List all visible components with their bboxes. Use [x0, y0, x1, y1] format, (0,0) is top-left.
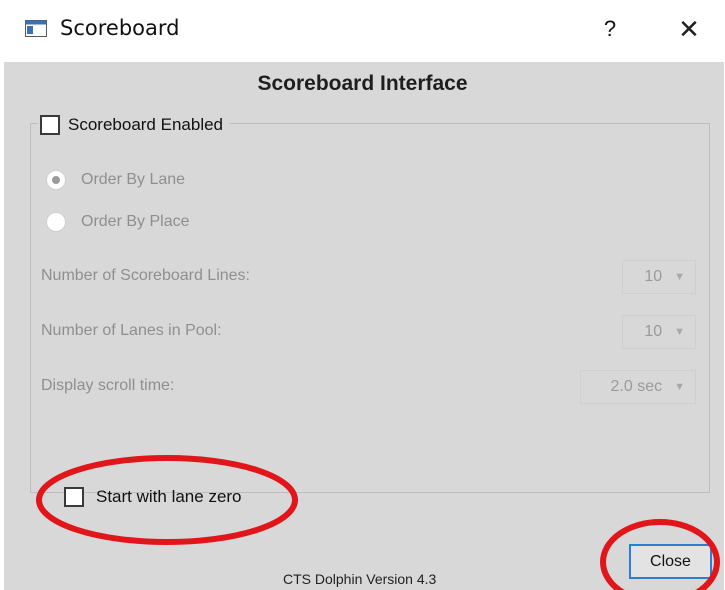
- scroll-time-value: 2.0 sec: [610, 378, 663, 395]
- scoreboard-enabled-label: Scoreboard Enabled: [68, 115, 224, 134]
- window-app-icon: [25, 20, 47, 37]
- order-by-lane-radio[interactable]: [46, 170, 66, 190]
- scoreboard-enabled-toggle[interactable]: Scoreboard Enabled: [38, 112, 230, 138]
- window-close-button[interactable]: ✕: [672, 12, 706, 46]
- chevron-down-icon: ▼: [674, 326, 685, 338]
- order-by-place-radio[interactable]: [46, 212, 66, 232]
- help-button[interactable]: ?: [595, 12, 625, 46]
- lanes-in-pool-label: Number of Lanes in Pool:: [41, 322, 222, 339]
- scroll-time-select[interactable]: 2.0 sec ▼: [580, 370, 696, 404]
- chevron-down-icon: ▼: [674, 381, 685, 393]
- page-title: Scoreboard Interface: [257, 72, 468, 95]
- scoreboard-lines-label: Number of Scoreboard Lines:: [41, 267, 250, 284]
- order-by-lane-option[interactable]: Order By Lane: [46, 168, 185, 192]
- version-label: CTS Dolphin Version 4.3: [283, 571, 437, 587]
- chevron-down-icon: ▼: [674, 271, 685, 283]
- scoreboard-dialog: Scoreboard ? ✕ Scoreboard Interface Scor…: [0, 0, 725, 590]
- start-with-lane-zero-checkbox[interactable]: [64, 487, 84, 507]
- lanes-in-pool-value: 10: [644, 323, 663, 340]
- scroll-time-label: Display scroll time:: [41, 377, 175, 394]
- scoreboard-enabled-checkbox[interactable]: [40, 115, 60, 135]
- title-bar: Scoreboard ? ✕: [0, 0, 725, 62]
- window-title: Scoreboard: [60, 16, 180, 40]
- scoreboard-lines-select[interactable]: 10 ▼: [622, 260, 696, 294]
- lanes-in-pool-select[interactable]: 10 ▼: [622, 315, 696, 349]
- start-with-lane-zero-option[interactable]: Start with lane zero: [64, 484, 242, 510]
- order-by-place-option[interactable]: Order By Place: [46, 210, 189, 234]
- close-button[interactable]: Close: [629, 544, 712, 579]
- order-by-place-label: Order By Place: [81, 213, 190, 230]
- start-with-lane-zero-label: Start with lane zero: [96, 487, 242, 506]
- scoreboard-lines-value: 10: [644, 268, 663, 285]
- radio-selected-dot: [52, 176, 60, 184]
- order-by-lane-label: Order By Lane: [81, 171, 186, 188]
